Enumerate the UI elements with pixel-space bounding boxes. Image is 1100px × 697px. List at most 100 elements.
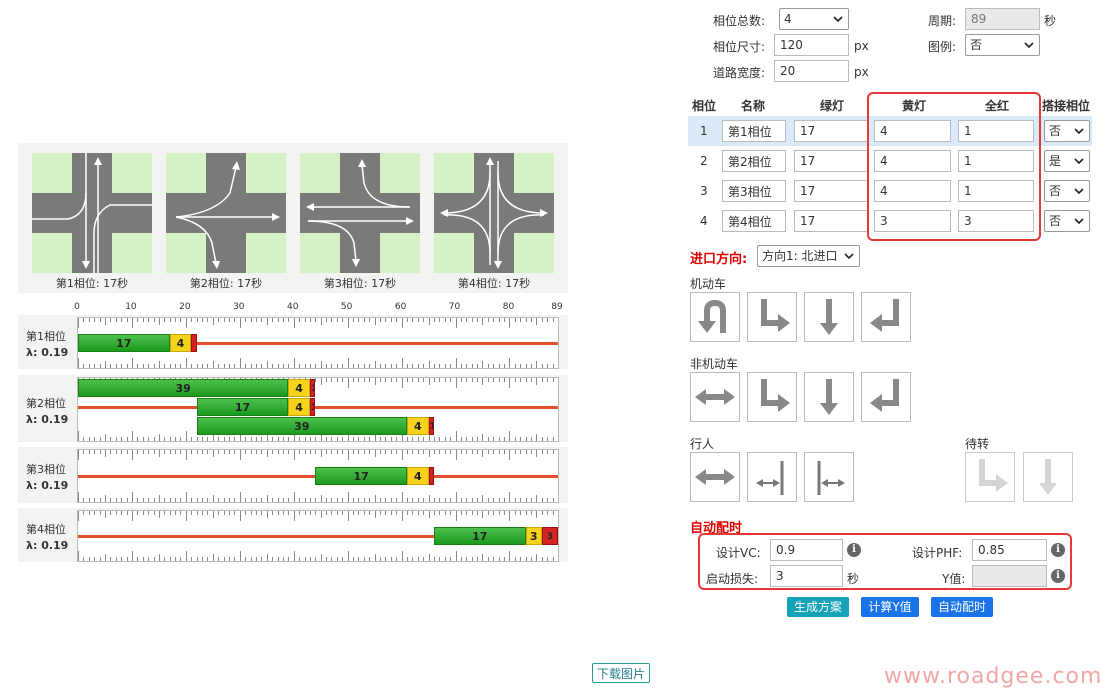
nonmotor-right-button[interactable] [747,372,797,422]
phase-diagram-3: 第3相位: 17秒 [300,153,420,291]
yellow-segment: 4 [406,417,429,435]
nonmotor-straight-button[interactable] [804,372,854,422]
chevron-down-icon [1074,128,1084,135]
timeline-row: 第2相位λ: 0.19394117413941 [18,375,568,442]
straight-button[interactable] [804,292,854,342]
chevron-down-icon [833,16,843,23]
green-time-field[interactable] [794,210,868,232]
axis-tick-label: 30 [233,302,245,312]
red-segment [428,467,434,485]
overlap-select[interactable]: 是 [1044,150,1090,172]
phf-field[interactable] [972,539,1047,561]
timeline-ruler: 17 4 [77,449,559,503]
row-phase-label: 第3相位 [26,463,66,476]
phase-name-field[interactable] [722,120,786,142]
timeline-row: 第3相位 λ: 0.19 17 4 [18,447,568,503]
col-header-overlap: 搭接相位 [1042,99,1091,113]
pedestrian-half-left-button[interactable] [804,452,854,502]
approach-select[interactable]: 方向1: 北进口 [757,245,860,267]
pedestrian-title: 行人 [690,437,715,451]
vc-field[interactable] [770,539,843,561]
yellow-segment: 3 [525,527,542,545]
col-header-name: 名称 [741,99,766,113]
waiting-title: 待转 [965,437,990,451]
straight-down-icon [820,299,838,335]
waiting-straight-button[interactable] [1023,452,1073,502]
yellow-segment: 4 [406,467,429,485]
phase-number: 3 [700,184,708,198]
chevron-down-icon [1074,188,1084,195]
compute-y-button[interactable]: 计算Y值 [861,597,919,617]
green-segment: 39 [196,417,407,435]
overlap-value: 否 [1049,184,1062,198]
info-icon[interactable]: i [1051,569,1065,583]
startup-loss-field[interactable] [770,565,843,587]
row-lambda: λ: 0.19 [26,346,69,359]
u-turn-icon [698,299,726,333]
yellow-segment: 4 [169,334,192,352]
green-segment: 17 [196,398,289,416]
phase-size-unit: px [854,39,869,53]
green-segment: 39 [78,379,289,397]
waiting-right-button[interactable] [965,452,1015,502]
green-time-field[interactable] [794,150,868,172]
axis-tick-label: 40 [286,302,299,312]
info-icon[interactable]: i [1051,543,1065,557]
phase-number: 4 [700,214,708,228]
road-width-field[interactable] [774,60,849,82]
pedestrian-half-right-button[interactable] [747,452,797,502]
u-turn-button[interactable] [690,292,740,342]
yellow-segment: 4 [288,398,310,416]
overlap-select[interactable]: 否 [1044,180,1090,202]
cycle-unit: 秒 [1044,14,1057,28]
download-image-button[interactable]: 下载图片 [592,663,650,683]
overlap-select[interactable]: 否 [1044,210,1090,232]
nonmotor-title: 非机动车 [690,357,739,371]
chevron-down-icon [1074,218,1084,225]
phase-name-field[interactable] [722,180,786,202]
phase-size-field[interactable] [774,34,849,56]
axis-tick-label: 20 [179,302,191,312]
startup-loss-label: 启动损失: [706,572,759,586]
phase-caption: 第1相位: 17秒 [55,277,129,290]
phase-name-field[interactable] [722,150,786,172]
legend-select[interactable]: 否 [965,34,1040,56]
timeline-row: 第1相位 λ: 0.19 17 4 [18,315,568,369]
nonmotor-left-button[interactable] [861,372,911,422]
legend-label: 图例: [928,40,957,54]
nonmotor-crossing-button[interactable] [690,372,740,422]
timeline-row: 第4相位 λ: 0.19 17 3 3 [18,508,568,562]
vehicle-title: 机动车 [690,277,727,291]
phase-name-field[interactable] [722,210,786,232]
red-signal-line [78,535,434,538]
startup-loss-unit: 秒 [847,572,860,586]
axis-tick-label: 50 [340,302,353,312]
phase-count-select[interactable]: 4 [779,8,849,30]
row-lambda: λ: 0.19 [26,479,69,492]
road-width-label: 道路宽度: [713,66,766,80]
double-arrow-icon [695,469,735,485]
green-time-field[interactable] [794,120,868,142]
chevron-down-icon [844,253,854,260]
pedestrian-crossing-button[interactable] [690,452,740,502]
info-icon[interactable]: i [847,543,861,557]
axis-tick-label: 70 [448,302,461,312]
generate-plan-button[interactable]: 生成方案 [787,597,849,617]
straight-down-icon [820,379,838,415]
vc-label: 设计VC: [716,546,761,560]
phase-caption: 第2相位: 17秒 [189,277,263,290]
phase-number: 1 [700,124,708,138]
auto-timing-button[interactable]: 自动配时 [931,597,993,617]
bar-to-arrow-icon [817,461,845,495]
green-segment: 17 [78,334,170,352]
overlap-select[interactable]: 否 [1044,120,1090,142]
green-time-field[interactable] [794,180,868,202]
left-turn-button[interactable] [861,292,911,342]
double-arrow-icon [695,389,735,405]
right-turn-button[interactable] [747,292,797,342]
phase-count-value: 4 [784,12,792,26]
right-turn-icon [979,459,1008,492]
legend-value: 否 [970,38,983,52]
overlap-value: 否 [1049,124,1062,138]
green-segment: 17 [315,467,407,485]
